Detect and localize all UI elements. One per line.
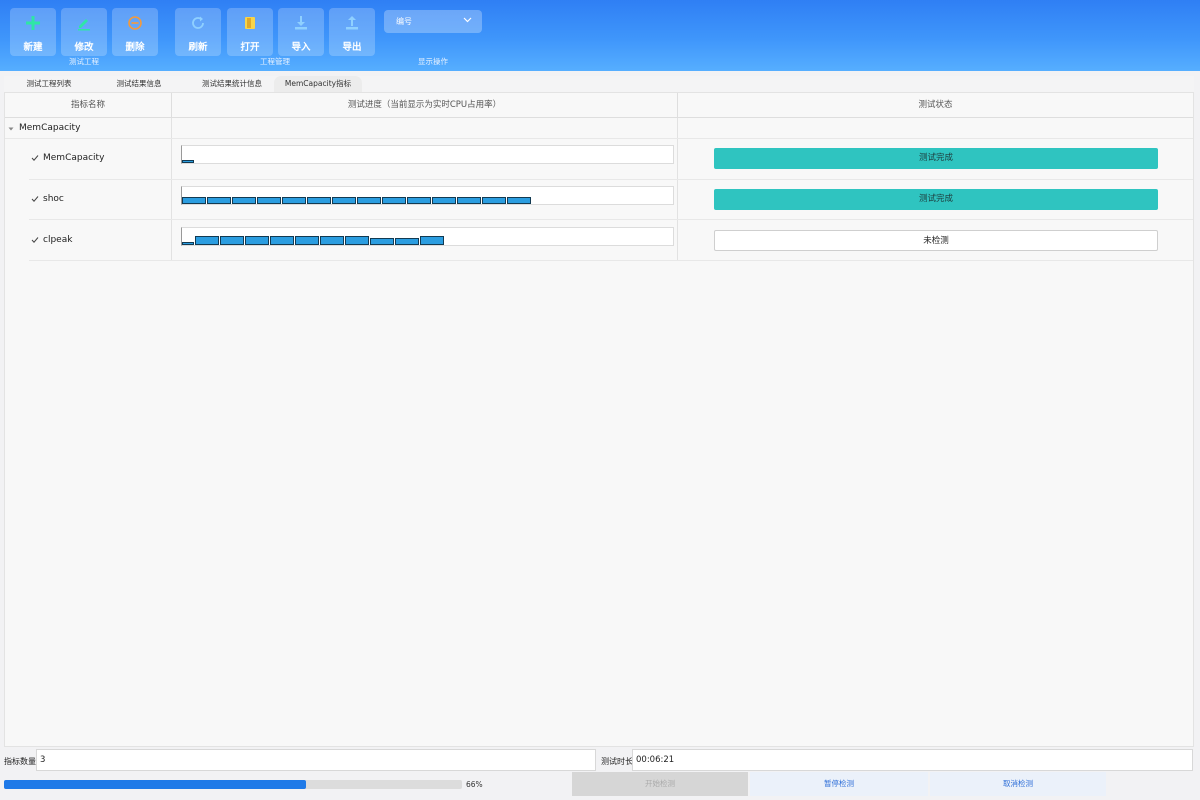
cpu-usage-bar xyxy=(270,236,294,245)
cpu-usage-bar xyxy=(420,236,444,245)
edit-icon xyxy=(78,19,90,31)
delete-button-label: 删除 xyxy=(125,42,145,53)
plus-icon xyxy=(26,16,40,30)
cpu-usage-chart xyxy=(181,145,674,164)
header-progress[interactable]: 测试进度（当前显示为实时CPU占用率） xyxy=(172,93,678,118)
metric-count-label: 指标数量 xyxy=(4,757,36,766)
pause-test-button[interactable]: 暂停检测 xyxy=(750,772,928,796)
new-button-label: 新建 xyxy=(23,42,43,53)
remove-icon xyxy=(128,16,142,30)
cpu-usage-bar xyxy=(195,236,219,245)
collapse-arrow-icon[interactable] xyxy=(8,126,14,132)
edit-button-label: 修改 xyxy=(74,42,94,53)
tab-result-info[interactable]: 测试结果信息 xyxy=(98,76,180,92)
cpu-usage-bar xyxy=(307,197,331,204)
cpu-usage-bar xyxy=(370,238,394,245)
edit-button[interactable]: 修改 xyxy=(61,8,107,56)
tab-memcapacity[interactable]: MemCapacity指标 xyxy=(274,76,362,92)
cpu-usage-bar xyxy=(182,160,194,163)
import-button[interactable]: 导入 xyxy=(278,8,324,56)
cancel-test-button[interactable]: 取消检测 xyxy=(930,772,1106,796)
check-icon xyxy=(31,196,39,202)
new-button[interactable]: 新建 xyxy=(10,8,56,56)
row-name: MemCapacity xyxy=(43,153,105,163)
row-divider xyxy=(29,219,1193,220)
cpu-usage-chart xyxy=(181,186,674,205)
tab-result-stats[interactable]: 测试结果统计信息 xyxy=(188,76,276,92)
status-button[interactable]: 测试完成 xyxy=(714,148,1158,169)
header-metric-name[interactable]: 指标名称 xyxy=(5,93,172,118)
metric-table: 指标名称 测试进度（当前显示为实时CPU占用率） 测试状态 MemCapacit… xyxy=(4,92,1194,747)
export-button[interactable]: 导出 xyxy=(329,8,375,56)
import-icon xyxy=(295,16,307,30)
cpu-usage-bar xyxy=(207,197,231,204)
folder-open-icon xyxy=(245,17,255,29)
cpu-usage-bar xyxy=(382,197,406,204)
check-icon xyxy=(31,155,39,161)
cpu-usage-bar xyxy=(482,197,506,204)
status-button[interactable]: 测试完成 xyxy=(714,189,1158,210)
duration-label: 测试时长 xyxy=(601,757,633,766)
test-progress-fill xyxy=(4,780,307,789)
cpu-usage-bar xyxy=(432,197,456,204)
group-name: MemCapacity xyxy=(19,123,81,133)
metric-count-field[interactable]: 3 xyxy=(36,749,596,771)
open-button-label: 打开 xyxy=(240,42,260,53)
toolbar: 新建 修改 删除 刷新 打开 导入 导出 编号 测试工程 工程管理 显示操作 xyxy=(0,0,1200,71)
cpu-usage-bar xyxy=(457,197,481,204)
cpu-usage-bar xyxy=(182,197,206,204)
group-label-display: 显示操作 xyxy=(418,57,448,66)
export-button-label: 导出 xyxy=(342,42,362,53)
tab-project-list[interactable]: 测试工程列表 xyxy=(10,76,88,92)
test-progress-bar xyxy=(4,780,462,789)
group-label-management: 工程管理 xyxy=(260,57,290,66)
check-icon xyxy=(31,237,39,243)
row-divider xyxy=(29,179,1193,180)
chevron-down-icon xyxy=(463,17,472,23)
refresh-icon xyxy=(192,16,204,29)
cpu-usage-bar xyxy=(395,238,419,245)
cpu-usage-bar xyxy=(232,197,256,204)
cpu-usage-chart xyxy=(181,227,674,246)
cpu-usage-bar xyxy=(507,197,531,204)
cpu-usage-bar xyxy=(295,236,319,245)
cpu-usage-bar xyxy=(182,242,194,245)
refresh-button-label: 刷新 xyxy=(188,42,208,53)
cpu-usage-bar xyxy=(257,197,281,204)
column-divider xyxy=(677,118,678,261)
tab-bar: 测试工程列表 测试结果信息 测试结果统计信息 MemCapacity指标 xyxy=(4,76,1194,92)
delete-button[interactable]: 删除 xyxy=(112,8,158,56)
display-field-value: 编号 xyxy=(396,17,412,26)
export-icon xyxy=(346,16,358,30)
cpu-usage-bar xyxy=(357,197,381,204)
header-status[interactable]: 测试状态 xyxy=(678,93,1193,118)
group-label-project: 测试工程 xyxy=(69,57,99,66)
duration-field[interactable]: 00:06:21 xyxy=(632,749,1193,771)
import-button-label: 导入 xyxy=(291,42,311,53)
open-button[interactable]: 打开 xyxy=(227,8,273,56)
display-field-select[interactable]: 编号 xyxy=(384,10,482,33)
cpu-usage-bar xyxy=(320,236,344,245)
refresh-button[interactable]: 刷新 xyxy=(175,8,221,56)
column-divider xyxy=(171,118,172,261)
test-progress-text: 66% xyxy=(466,780,483,789)
status-button[interactable]: 未检测 xyxy=(714,230,1158,251)
cpu-usage-bar xyxy=(407,197,431,204)
row-divider xyxy=(5,138,1193,139)
row-name: clpeak xyxy=(43,235,73,245)
cpu-usage-bar xyxy=(332,197,356,204)
start-test-button[interactable]: 开始检测 xyxy=(572,772,748,796)
row-name: shoc xyxy=(43,194,64,204)
cpu-usage-bar xyxy=(345,236,369,245)
row-divider xyxy=(29,260,1193,261)
cpu-usage-bar xyxy=(245,236,269,245)
cpu-usage-bar xyxy=(282,197,306,204)
cpu-usage-bar xyxy=(220,236,244,245)
